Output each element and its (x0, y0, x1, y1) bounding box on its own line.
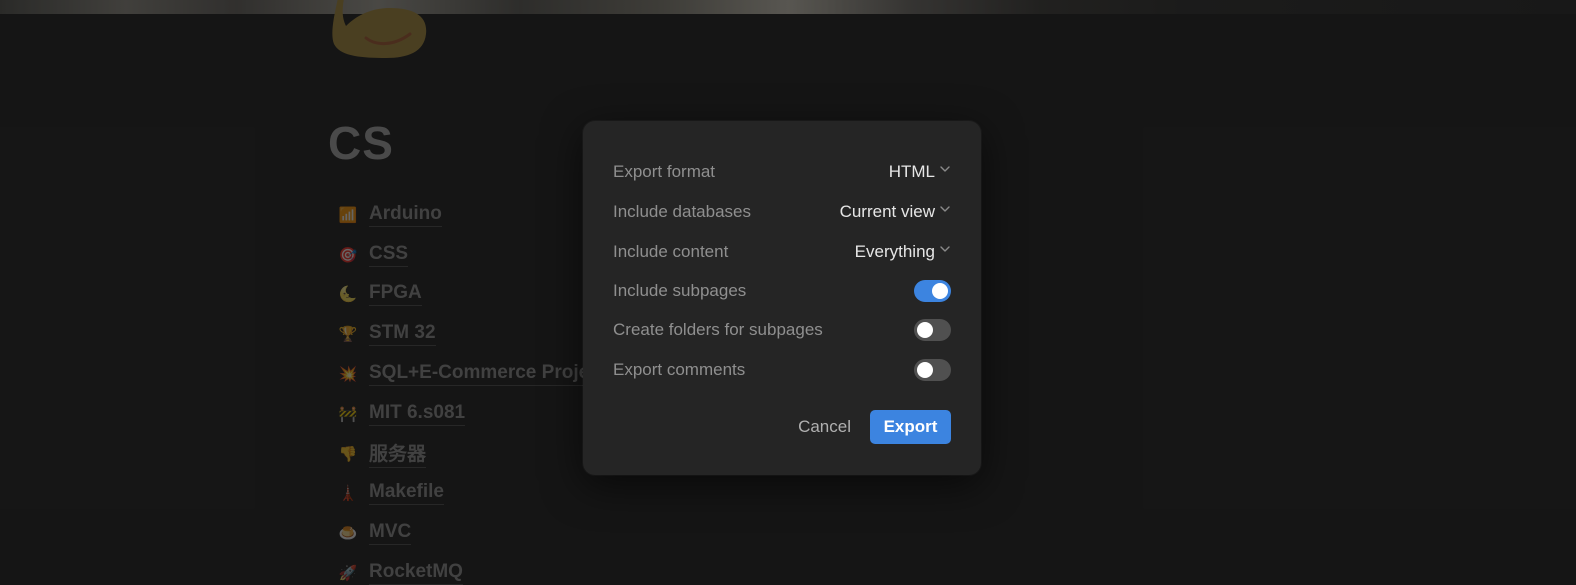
include-subpages-label: Include subpages (613, 281, 747, 300)
export-dialog: Export format HTML Include databases Cur… (583, 121, 981, 475)
export-button[interactable]: Export (870, 410, 951, 444)
toggle-knob (917, 362, 933, 378)
chevron-down-icon (940, 206, 950, 212)
create-folders-row: Create folders for subpages (613, 315, 951, 345)
export-format-row: Export format HTML (613, 157, 951, 187)
include-content-row: Include content Everything (613, 237, 951, 267)
chevron-down-icon (940, 166, 950, 172)
include-subpages-toggle[interactable] (914, 280, 951, 302)
dialog-actions: Cancel Export (798, 410, 951, 444)
include-content-label: Include content (613, 242, 729, 261)
toggle-knob (917, 322, 933, 338)
chevron-down-icon (940, 246, 950, 252)
create-folders-label: Create folders for subpages (613, 320, 823, 339)
include-databases-row: Include databases Current view (613, 197, 951, 227)
create-folders-toggle[interactable] (914, 319, 951, 341)
cancel-button[interactable]: Cancel (798, 417, 851, 437)
include-subpages-row: Include subpages (613, 276, 951, 306)
export-format-label: Export format (613, 162, 716, 181)
include-databases-value: Current view (839, 202, 935, 221)
export-format-value: HTML (888, 162, 935, 181)
notion-page: CS 📶 Arduino 🎯 CSS 🌜 FPGA 🏆 STM 32 💥 SQL… (0, 0, 1576, 585)
include-content-value: Everything (854, 242, 935, 261)
export-comments-toggle[interactable] (914, 359, 951, 381)
include-databases-label: Include databases (613, 202, 751, 221)
include-content-select[interactable]: Everything (855, 242, 951, 262)
export-comments-row: Export comments (613, 355, 951, 385)
toggle-knob (932, 283, 948, 299)
export-format-select[interactable]: HTML (889, 162, 951, 182)
export-comments-label: Export comments (613, 360, 746, 379)
include-databases-select[interactable]: Current view (840, 202, 951, 222)
